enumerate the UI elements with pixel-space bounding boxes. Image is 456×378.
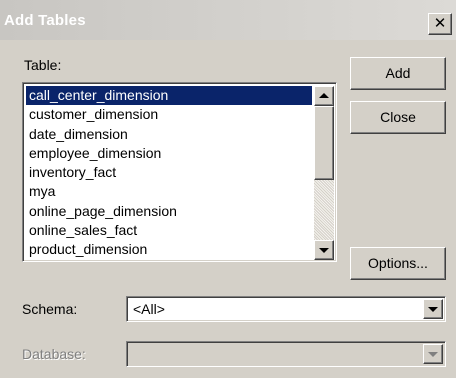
chevron-down-icon — [428, 352, 438, 357]
table-list-item[interactable]: online_sales_fact — [26, 221, 312, 240]
schema-select[interactable]: <All> — [126, 296, 446, 322]
window-title: Add Tables — [4, 12, 86, 29]
title-bar[interactable]: Add Tables ✕ — [0, 0, 456, 40]
table-list-item[interactable]: mya — [26, 182, 312, 201]
scroll-thumb[interactable] — [314, 106, 334, 180]
table-list-item[interactable]: date_dimension — [26, 125, 312, 144]
table-list-item[interactable]: call_center_dimension — [26, 86, 312, 106]
database-dropdown-button — [423, 344, 443, 364]
database-label: Database: — [22, 346, 86, 362]
table-list-items: call_center_dimension customer_dimension d… — [26, 86, 312, 260]
arrow-down-icon — [319, 248, 329, 253]
scroll-up-button[interactable] — [314, 86, 334, 106]
schema-dropdown-button[interactable] — [423, 299, 443, 319]
table-label: Table: — [24, 57, 62, 73]
database-select — [126, 341, 446, 367]
table-list-item[interactable]: employee_dimension — [26, 144, 312, 163]
schema-label: Schema: — [22, 301, 78, 317]
table-list-item[interactable]: product_dimension — [26, 240, 312, 259]
table-list-item[interactable]: online_page_dimension — [26, 202, 312, 221]
table-list-item[interactable]: inventory_fact — [26, 163, 312, 182]
close-window-button[interactable]: ✕ — [428, 13, 452, 35]
chevron-down-icon — [428, 307, 438, 312]
options-button[interactable]: Options... — [350, 247, 446, 280]
close-icon: ✕ — [433, 15, 447, 32]
arrow-up-icon — [319, 93, 329, 98]
scroll-down-button[interactable] — [314, 240, 334, 260]
table-listbox[interactable]: call_center_dimension customer_dimension d… — [22, 82, 337, 262]
table-list-item[interactable]: customer_dimension — [26, 105, 312, 124]
add-button[interactable]: Add — [350, 57, 446, 90]
close-button[interactable]: Close — [350, 101, 446, 134]
schema-value: <All> — [133, 301, 165, 317]
vertical-scrollbar[interactable] — [314, 86, 334, 260]
